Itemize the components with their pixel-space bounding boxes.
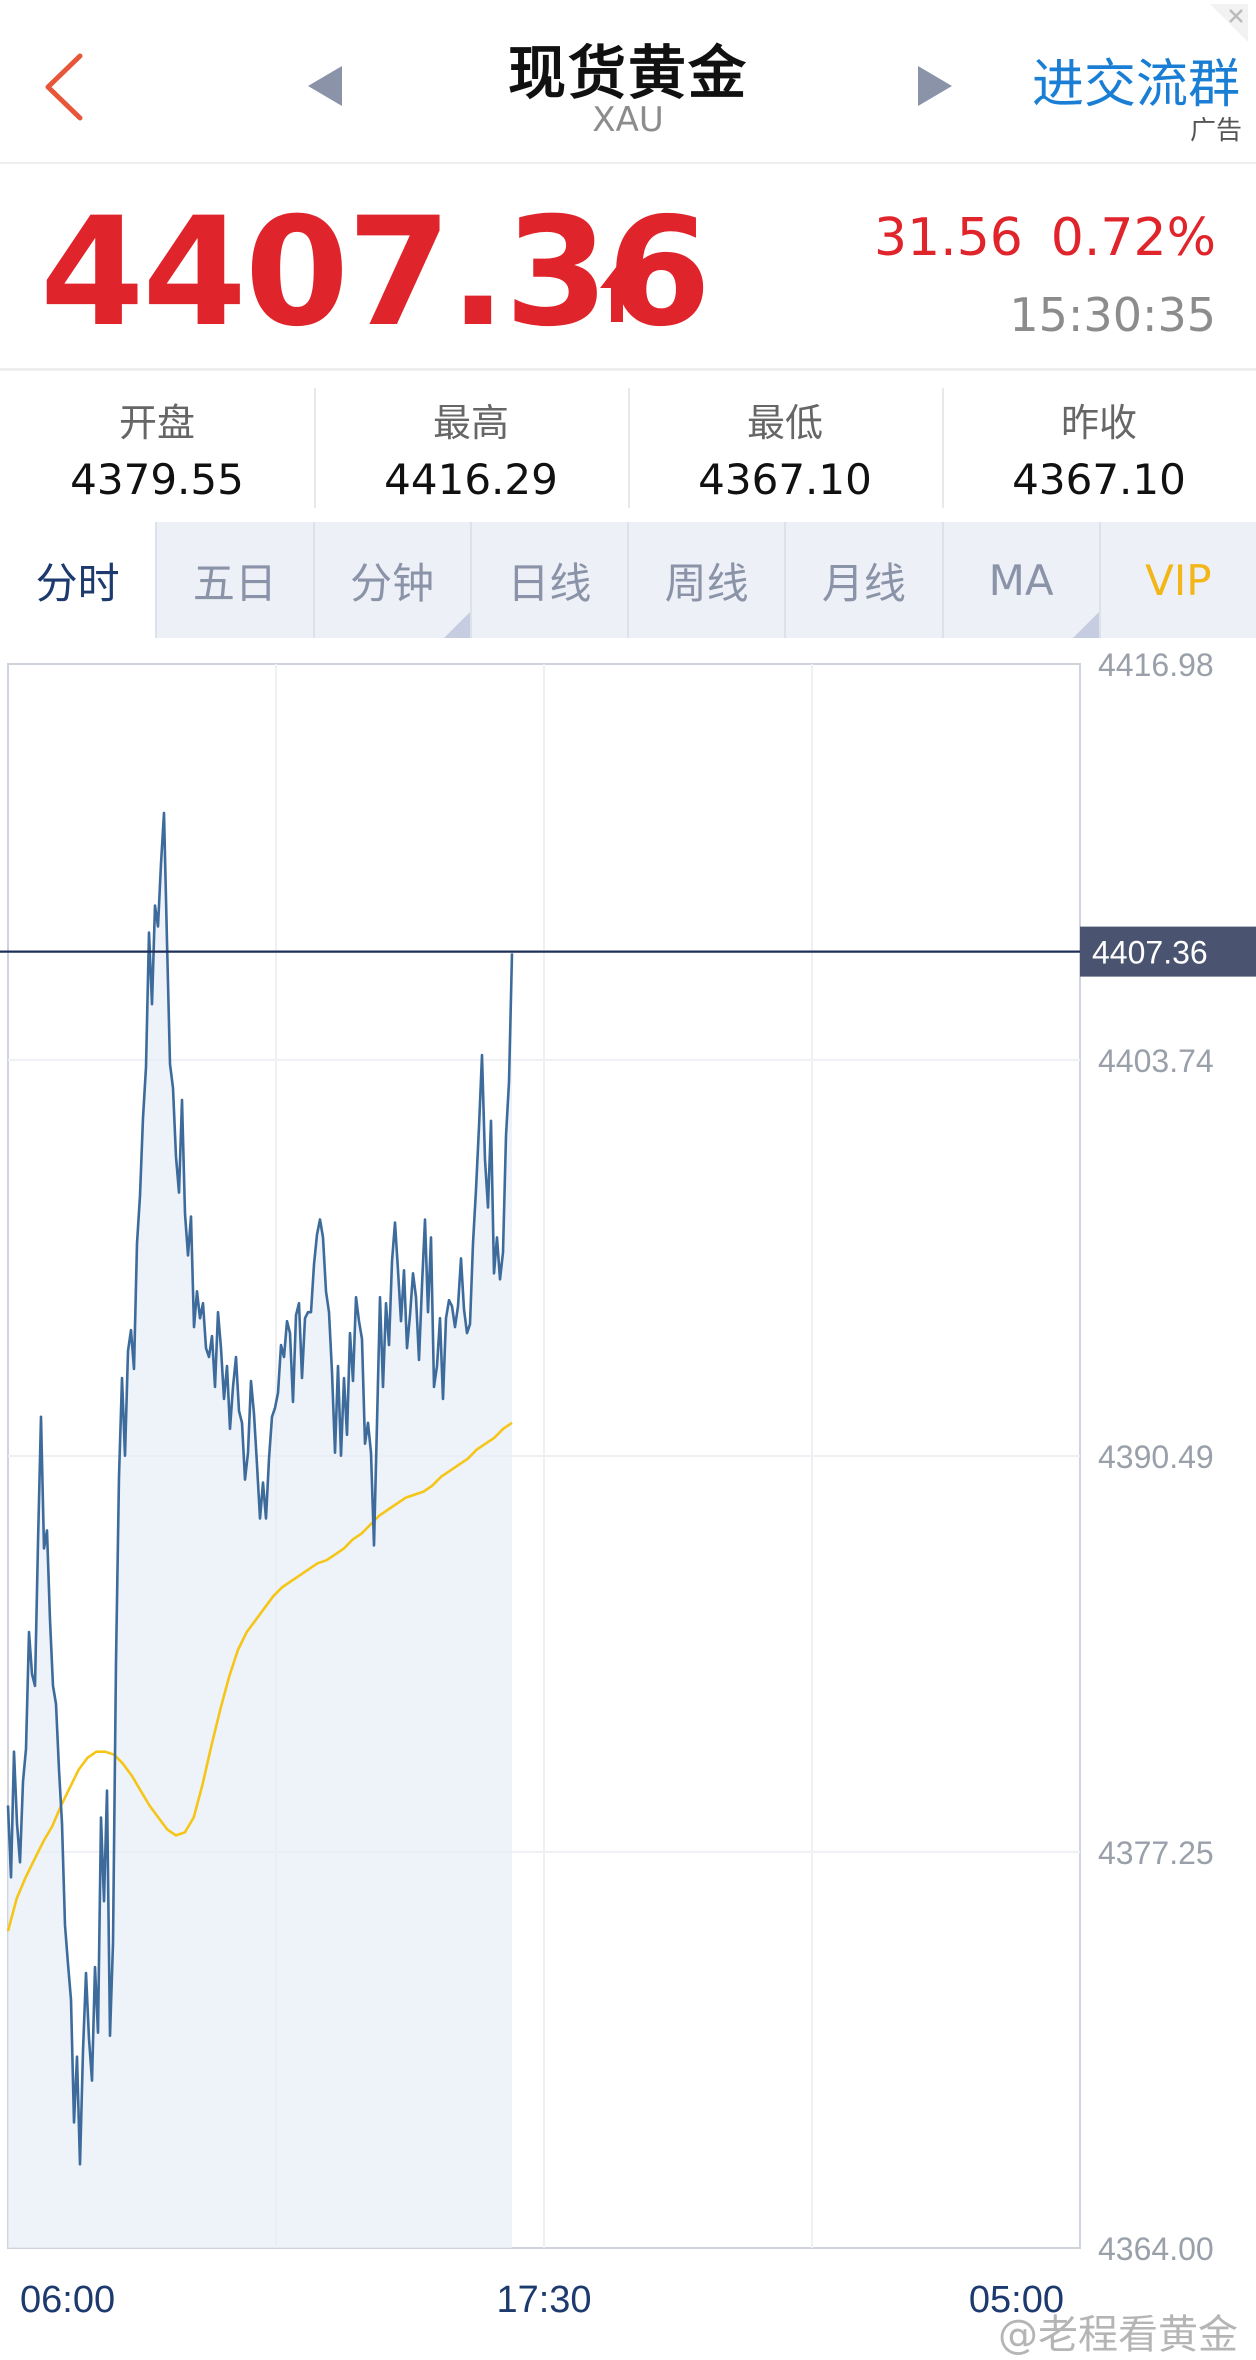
tab-ma[interactable]: MA xyxy=(941,522,1099,638)
stat-label: 开盘 xyxy=(118,401,195,445)
ad-close-icon[interactable] xyxy=(1210,4,1248,42)
instrument-symbol: XAU xyxy=(592,100,664,140)
tab-label: MA xyxy=(988,555,1054,605)
tab-daily[interactable]: 日线 xyxy=(469,522,627,638)
tab-label: 周线 xyxy=(664,558,749,608)
back-arrow-icon[interactable] xyxy=(42,52,88,122)
stat-value: 4416.29 xyxy=(384,455,558,504)
tab-label: 月线 xyxy=(821,558,906,608)
x-tick-label: 06:00 xyxy=(20,2279,115,2321)
intraday-chart[interactable]: 4416.98 4403.74 4390.49 4377.25 4364.00 06:00… xyxy=(0,640,1256,2359)
tab-five-day[interactable]: 五日 xyxy=(155,522,312,638)
stat-high: 最高 4416.29 xyxy=(314,370,628,520)
stats-bar: 开盘 4379.55 最高 4416.29 最低 4367.10 昨收 4367… xyxy=(0,370,1256,520)
price-change: 31.56 xyxy=(874,208,1023,268)
stat-label: 最高 xyxy=(432,401,509,445)
y-tick-label: 4377.25 xyxy=(1098,1835,1214,1871)
y-tick-label: 4364.00 xyxy=(1098,2231,1214,2267)
stat-low: 最低 4367.10 xyxy=(628,370,942,520)
price-panel: 4407.36 31.56 0.72% 15:30:35 xyxy=(0,164,1256,371)
ad-tag: 广告 xyxy=(1189,116,1242,146)
period-tabs: 分时 五日 分钟 日线 周线 月线 MA VIP xyxy=(0,522,1256,638)
next-instrument-arrow-icon[interactable] xyxy=(918,66,952,106)
tab-label: 分时 xyxy=(35,558,120,608)
current-price-label: 4407.36 xyxy=(1092,935,1208,971)
y-tick-label: 4390.49 xyxy=(1098,1439,1214,1475)
y-tick-label: 4416.98 xyxy=(1098,647,1214,683)
stat-label: 昨收 xyxy=(1060,401,1137,445)
tab-label: VIP xyxy=(1145,555,1212,605)
stat-value: 4367.10 xyxy=(1012,455,1186,504)
tab-minute[interactable]: 分钟 xyxy=(312,522,470,638)
previous-instrument-arrow-icon[interactable] xyxy=(308,66,342,106)
dropdown-corner-icon xyxy=(443,612,470,638)
quote-time: 15:30:35 xyxy=(1009,288,1216,342)
tab-intraday[interactable]: 分时 xyxy=(0,522,156,638)
tab-vip[interactable]: VIP xyxy=(1098,522,1256,638)
price-change-percent: 0.72% xyxy=(1050,208,1216,268)
up-arrow-icon xyxy=(600,266,634,322)
tab-label: 分钟 xyxy=(350,558,435,608)
tab-monthly[interactable]: 月线 xyxy=(784,522,941,638)
dropdown-corner-icon xyxy=(1072,612,1099,638)
chart-canvas[interactable]: 4416.98 4403.74 4390.49 4377.25 4364.00 06:00… xyxy=(0,640,1256,2359)
x-tick-label: 17:30 xyxy=(496,2279,591,2321)
watermark-text: @老程看黄金 xyxy=(998,2312,1238,2358)
stat-value: 4379.55 xyxy=(70,455,244,504)
header: 现货黄金 XAU 进交流群 广告 xyxy=(0,0,1256,164)
join-group-ad-link[interactable]: 进交流群 xyxy=(1032,42,1240,117)
stat-label: 最低 xyxy=(746,401,823,445)
stat-open: 开盘 4379.55 xyxy=(0,370,314,520)
y-tick-label: 4403.74 xyxy=(1098,1043,1214,1079)
tab-label: 日线 xyxy=(507,558,592,608)
instrument-title: 现货黄金 xyxy=(507,39,748,107)
stat-prev-close: 昨收 4367.10 xyxy=(942,370,1256,520)
tab-label: 五日 xyxy=(192,558,277,608)
stat-value: 4367.10 xyxy=(698,455,872,504)
tab-weekly[interactable]: 周线 xyxy=(627,522,784,638)
